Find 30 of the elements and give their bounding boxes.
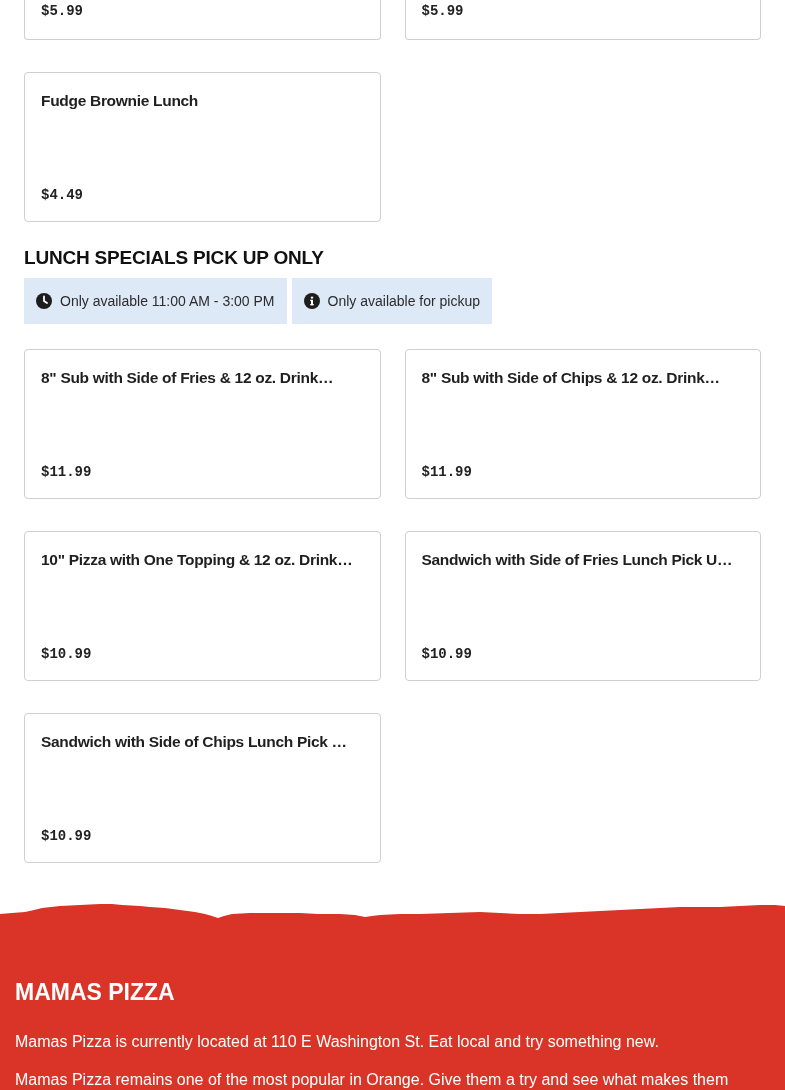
- item-price: $10.99: [41, 645, 93, 664]
- item-price: $4.49: [41, 186, 84, 205]
- restaurant-name: MAMAS PIZZA: [15, 978, 176, 1006]
- item-price: $10.99: [421, 645, 473, 664]
- menu-item-card[interactable]: 8" Sub with Side of Chips & 12 oz. Drink… $11.99: [404, 349, 761, 499]
- description-text: Mamas Pizza remains one of the most popular in Orange. Give them a try and see what makes them: [15, 1070, 730, 1090]
- item-name: Fudge Brownie Lunch: [41, 91, 200, 111]
- info-icon: [303, 293, 320, 309]
- item-price: $5.99: [421, 2, 465, 21]
- item-name: 8" Sub with Side of Fries & 12 oz. Drink…: [41, 368, 335, 388]
- menu-item-card[interactable]: $5.99: [404, 0, 761, 40]
- clock-icon: [36, 293, 52, 309]
- item-name: 10" Pizza with One Topping & 12 oz. Drink…: [41, 550, 354, 570]
- item-name: Sandwich with Side of Chips Lunch Pick …: [41, 732, 348, 752]
- item-price: $10.99: [41, 827, 93, 846]
- item-name: Sandwich with Side of Fries Lunch Pick U…: [421, 550, 734, 570]
- section-heading: LUNCH SPECIALS PICK UP ONLY: [24, 246, 325, 270]
- item-price: $11.99: [421, 463, 473, 482]
- menu-item-card[interactable]: 10" Pizza with One Topping & 12 oz. Drink… $10.99: [24, 531, 381, 681]
- menu-item-card[interactable]: $5.99: [24, 0, 381, 40]
- menu-item-card[interactable]: 8" Sub with Side of Fries & 12 oz. Drink… $11.99: [24, 349, 381, 499]
- menu-item-card[interactable]: Fudge Brownie Lunch $4.49: [24, 72, 381, 222]
- notice-text: Only available for pickup: [327, 291, 481, 311]
- menu-item-card[interactable]: Sandwich with Side of Fries Lunch Pick U… $10.99: [404, 531, 761, 681]
- description-text: Mamas Pizza is currently located at 110 E Washington St. Eat local and try something new.: [15, 1032, 660, 1052]
- item-price: $5.99: [41, 2, 84, 21]
- item-name: 8" Sub with Side of Chips & 12 oz. Drink…: [421, 368, 721, 388]
- menu-item-card[interactable]: Sandwich with Side of Chips Lunch Pick … $10.99: [24, 713, 381, 863]
- item-price: $11.99: [41, 463, 93, 482]
- notice-text: Only available 11:00 AM - 3:00 PM: [60, 291, 275, 311]
